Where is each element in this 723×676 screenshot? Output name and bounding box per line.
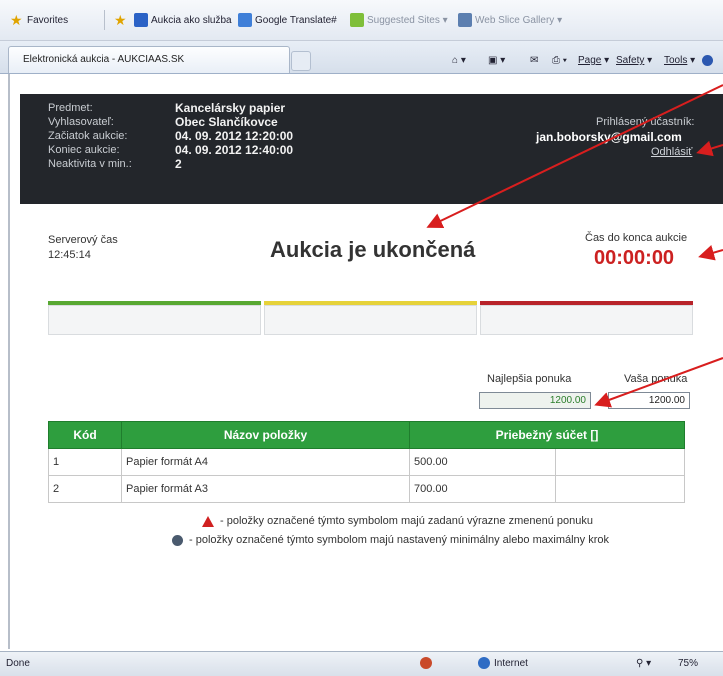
auction-status-title: Aukcia je ukončená xyxy=(270,237,476,262)
cell-code: 1 xyxy=(48,448,122,476)
remaining-time-value: 00:00:00 xyxy=(594,247,675,269)
auction-header xyxy=(20,94,723,204)
announcer-value: Obec Slančíkovce xyxy=(175,115,278,129)
cell-name: Papier formát A4 xyxy=(121,448,410,476)
tools-menu[interactable]: Tools ▾ xyxy=(664,55,695,66)
print-icon: ⎙ ▾ xyxy=(552,55,567,66)
legend-item-info: - položky označené týmto symbolom majú n… xyxy=(172,534,609,546)
start-value: 04. 09. 2012 12:20:00 xyxy=(175,129,294,143)
protected-mode-icon[interactable]: ⚲ ▾ xyxy=(636,658,651,669)
star-icon: ★ xyxy=(10,12,23,28)
page-menu[interactable]: Page ▾ xyxy=(578,55,609,66)
favorite-link-google-translate[interactable]: Google Translate# xyxy=(238,12,337,28)
suggested-sites-icon xyxy=(350,13,364,27)
status-done: Done xyxy=(6,658,30,669)
favorites-bar: ★ Favorites ★ Aukcia ako služba Google T… xyxy=(0,0,723,41)
status-box-yellow xyxy=(264,305,477,335)
table-row: 1 Papier formát A4 500.00 xyxy=(48,448,685,476)
site-icon xyxy=(134,13,148,27)
legend-item-warning: - položky označené týmto symbolom majú z… xyxy=(202,515,593,527)
mail-button[interactable]: ✉ xyxy=(530,55,538,66)
new-tab-button[interactable] xyxy=(291,51,311,71)
your-offer-label: Vaša ponuka xyxy=(624,373,688,385)
cell-empty xyxy=(555,475,685,503)
favorite-link-suggested-sites[interactable]: Suggested Sites ▾ xyxy=(350,12,448,28)
print-button[interactable]: ⎙ ▾ xyxy=(552,55,567,66)
add-favorite-icon: ★ xyxy=(114,12,127,28)
zoom-level[interactable]: 75% xyxy=(678,658,698,669)
participant-label: Prihlásený účastník: xyxy=(596,116,695,128)
feeds-icon: ▣ ▾ xyxy=(488,55,506,66)
home-icon: ⌂ ▾ xyxy=(452,55,466,66)
home-button[interactable]: ⌂ ▾ xyxy=(452,55,466,66)
warning-triangle-icon xyxy=(202,515,214,527)
add-favorite-button[interactable]: ★ xyxy=(114,12,131,28)
cell-subtotal: 700.00 xyxy=(409,475,556,503)
table-row: 2 Papier formát A3 700.00 xyxy=(48,475,685,503)
cell-empty xyxy=(555,448,685,476)
subject-value: Kancelársky papier xyxy=(175,101,286,115)
web-slice-icon xyxy=(458,13,472,27)
cell-code: 2 xyxy=(48,475,122,503)
status-box-green xyxy=(48,305,261,335)
globe-icon xyxy=(478,657,490,669)
favorite-link-aukcia[interactable]: Aukcia ako služba xyxy=(134,12,232,28)
logout-link[interactable]: Odhlásiť xyxy=(651,146,692,158)
help-button[interactable] xyxy=(702,55,713,66)
start-label: Začiatok aukcie: xyxy=(48,130,128,142)
mail-icon: ✉ xyxy=(530,55,539,66)
security-zone: Internet xyxy=(494,658,528,669)
subject-label: Predmet: xyxy=(48,102,93,114)
your-offer-field[interactable]: 1200.00 xyxy=(608,392,690,409)
participant-email: jan.boborsky@gmail.com xyxy=(536,130,682,144)
remaining-time-label: Čas do konca aukcie xyxy=(585,232,688,244)
inactivity-value: 2 xyxy=(175,157,182,171)
browser-status-bar: Done Internet ⚲ ▾ 75% xyxy=(0,651,723,676)
feeds-button[interactable]: ▣ ▾ xyxy=(488,55,505,66)
cell-subtotal: 500.00 xyxy=(409,448,556,476)
favorites-button[interactable]: ★ Favorites xyxy=(10,12,68,28)
items-table: Kód Názov položky Priebežný súčet [] 1 P… xyxy=(48,421,685,503)
column-header-name: Názov položky xyxy=(121,421,410,449)
server-time-label: Serverový čas xyxy=(48,234,118,246)
status-box-red xyxy=(480,305,693,335)
info-dot-icon xyxy=(172,534,183,546)
announcer-label: Vyhlasovateľ: xyxy=(48,116,114,128)
end-label: Koniec aukcie: xyxy=(48,144,120,156)
tab-bar: Elektronická aukcia - AUKCIAAS.SK ⌂ ▾ ▣ … xyxy=(0,41,723,74)
cell-name: Papier formát A3 xyxy=(121,475,410,503)
help-icon xyxy=(702,55,713,66)
best-offer-field: 1200.00 xyxy=(479,392,591,409)
google-icon xyxy=(238,13,252,27)
server-time-value: 12:45:14 xyxy=(48,249,91,261)
safety-menu[interactable]: Safety ▾ xyxy=(616,55,652,66)
column-header-subtotal: Priebežný súčet [] xyxy=(409,421,685,449)
column-header-code: Kód xyxy=(48,421,122,449)
end-value: 04. 09. 2012 12:40:00 xyxy=(175,143,294,157)
security-icon xyxy=(420,657,432,669)
best-offer-label: Najlepšia ponuka xyxy=(487,373,572,385)
divider xyxy=(104,10,105,30)
favorite-link-web-slice-gallery[interactable]: Web Slice Gallery ▾ xyxy=(458,12,562,28)
inactivity-label: Neaktivita v min.: xyxy=(48,158,132,170)
tab-aukcia[interactable]: Elektronická aukcia - AUKCIAAS.SK xyxy=(8,46,290,73)
